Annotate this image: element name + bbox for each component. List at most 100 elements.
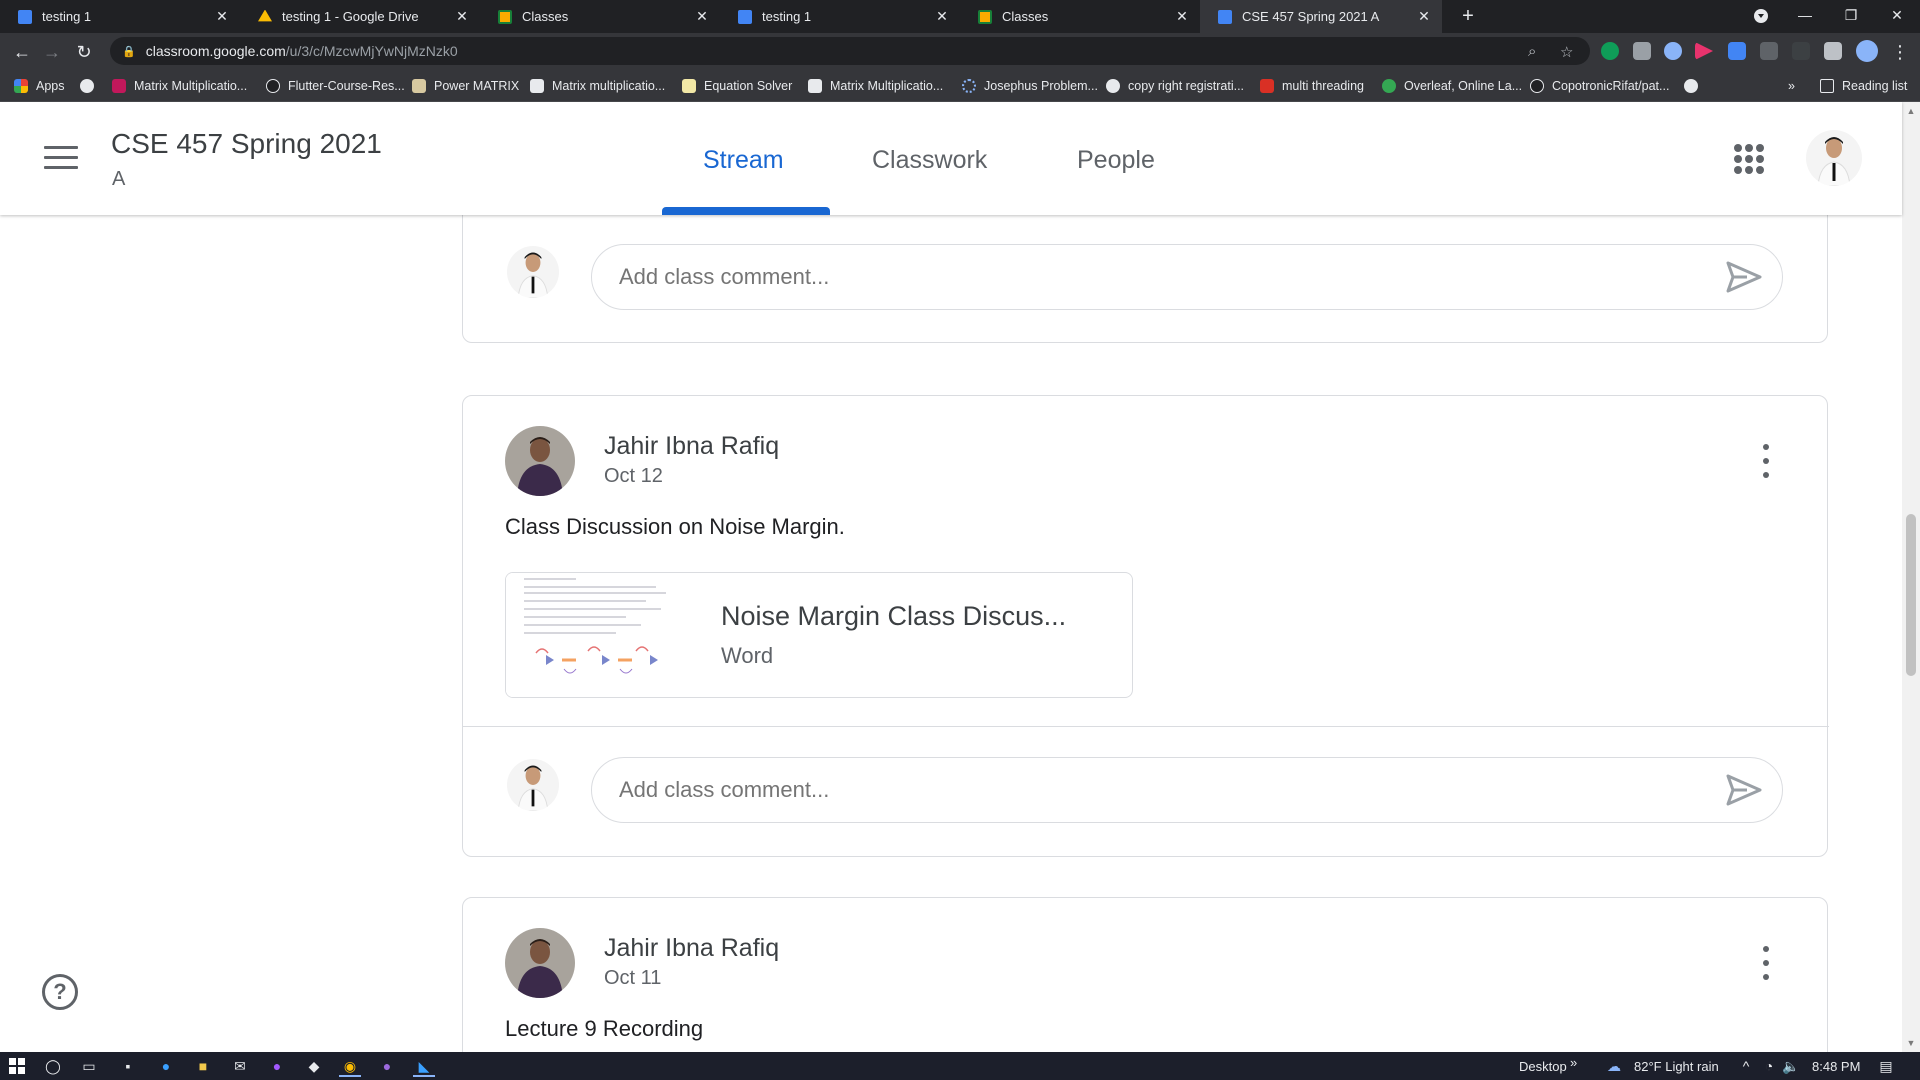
bookmark-label: Overleaf, Online La... bbox=[1404, 79, 1523, 93]
forward-arrow-icon[interactable]: → bbox=[40, 40, 64, 64]
file-explorer-icon[interactable]: ■ bbox=[192, 1055, 214, 1077]
reload-icon[interactable]: ↻ bbox=[72, 40, 96, 64]
play-extension-icon[interactable] bbox=[1695, 42, 1713, 60]
close-tab-icon[interactable]: ✕ bbox=[454, 8, 470, 25]
bookmark-label: Matrix Multiplicatio... bbox=[830, 79, 944, 93]
close-window-icon[interactable]: ✕ bbox=[1874, 0, 1920, 33]
main-menu-icon[interactable] bbox=[44, 146, 78, 170]
new-tab-icon[interactable]: + bbox=[1456, 4, 1480, 28]
browser-tab[interactable]: testing 1 - Google Drive ✕ bbox=[240, 0, 480, 33]
scroll-thumb[interactable] bbox=[1906, 514, 1916, 676]
author-avatar[interactable] bbox=[505, 928, 575, 998]
desktop-toolbar-label[interactable]: Desktop bbox=[1519, 1059, 1567, 1074]
edge-app-icon[interactable]: ● bbox=[155, 1055, 177, 1077]
post-card: Jahir Ibna Rafiq Oct 11 Lecture 9 Record… bbox=[462, 897, 1828, 1052]
extension-icon[interactable] bbox=[1664, 42, 1682, 60]
browser-tab[interactable]: testing 1 ✕ bbox=[0, 0, 240, 33]
more-bookmarks-icon[interactable]: » bbox=[1788, 70, 1795, 102]
bookmark-item[interactable]: Matrix multiplicatio... bbox=[530, 70, 665, 102]
tray-overflow-icon[interactable]: ^ bbox=[1735, 1055, 1757, 1077]
attachment-card[interactable]: Noise Margin Class Discus... Word bbox=[505, 572, 1133, 698]
windows-start-icon[interactable] bbox=[6, 1055, 28, 1077]
bookmark-item[interactable]: Flutter-Course-Res... bbox=[266, 70, 405, 102]
account-avatar[interactable] bbox=[1806, 130, 1862, 186]
send-comment-icon[interactable] bbox=[1725, 258, 1763, 296]
bookmark-item[interactable]: Matrix Multiplicatio... bbox=[808, 70, 943, 102]
lock-icon: 🔒 bbox=[122, 45, 136, 58]
screen-extension-icon[interactable] bbox=[1760, 42, 1778, 60]
github-desktop-icon[interactable]: ● bbox=[376, 1055, 398, 1077]
camera-extension-icon[interactable] bbox=[1633, 42, 1651, 60]
restore-window-icon[interactable]: ❐ bbox=[1828, 0, 1874, 33]
bookmark-item[interactable]: CopotronicRifat/pat... bbox=[1530, 70, 1669, 102]
notifications-icon[interactable]: ▤ bbox=[1875, 1055, 1897, 1077]
close-tab-icon[interactable]: ✕ bbox=[934, 8, 950, 25]
browser-menu-icon[interactable]: ⋮ bbox=[1888, 40, 1912, 64]
toolbar-expand-icon[interactable]: » bbox=[1570, 1055, 1577, 1070]
mail-app-icon[interactable]: ✉ bbox=[229, 1055, 251, 1077]
scroll-up-icon[interactable]: ▲ bbox=[1906, 106, 1916, 116]
browser-tab[interactable]: testing 1 ✕ bbox=[720, 0, 960, 33]
address-bar[interactable]: 🔒 classroom.google.com/u/3/c/MzcwMjYwNjM… bbox=[110, 37, 1590, 65]
zoom-icon[interactable]: ⌕ bbox=[1528, 43, 1536, 60]
more-options-icon[interactable] bbox=[1753, 946, 1779, 980]
bookmark-item[interactable]: Overleaf, Online La... bbox=[1382, 70, 1522, 102]
post-date[interactable]: Oct 11 bbox=[604, 967, 661, 990]
network-icon[interactable]: ◔ bbox=[1758, 1055, 1780, 1077]
profile-download-icon[interactable] bbox=[1738, 0, 1784, 33]
puzzle-extensions-icon[interactable] bbox=[1824, 42, 1842, 60]
page-scrollbar[interactable]: ▲ ▼ bbox=[1902, 102, 1920, 1052]
bookmark-item[interactable]: copy right registrati... bbox=[1106, 70, 1244, 102]
browser-tab[interactable]: Classes ✕ bbox=[480, 0, 720, 33]
clock-time[interactable]: 8:48 PM bbox=[1812, 1059, 1860, 1074]
close-tab-icon[interactable]: ✕ bbox=[1416, 8, 1432, 25]
url-text: classroom.google.com/u/3/c/MzcwMjYwNjMzN… bbox=[145, 43, 458, 59]
pen-extension-icon[interactable] bbox=[1792, 42, 1810, 60]
classroom-favicon-icon bbox=[498, 9, 512, 24]
bookmark-star-icon[interactable]: ☆ bbox=[1560, 43, 1573, 61]
more-options-icon[interactable] bbox=[1753, 444, 1779, 478]
bookmark-item[interactable]: multi threading bbox=[1260, 70, 1364, 102]
game-app-icon[interactable]: ◆ bbox=[303, 1055, 325, 1077]
chrome-app-icon[interactable]: ◉ bbox=[339, 1055, 361, 1077]
profile-avatar-icon[interactable] bbox=[1856, 40, 1878, 62]
help-icon[interactable]: ? bbox=[42, 974, 78, 1010]
send-comment-icon[interactable] bbox=[1725, 771, 1763, 809]
vscode-app-icon[interactable]: ◣ bbox=[413, 1055, 435, 1077]
search-icon[interactable]: ◯ bbox=[42, 1055, 64, 1077]
download-extension-icon[interactable] bbox=[1728, 42, 1746, 60]
tab-classwork[interactable]: Classwork bbox=[872, 146, 987, 175]
minimize-window-icon[interactable]: — bbox=[1782, 0, 1828, 33]
close-tab-icon[interactable]: ✕ bbox=[694, 8, 710, 25]
bookmark-item[interactable]: Josephus Problem... bbox=[962, 70, 1098, 102]
bookmark-apps[interactable]: Apps bbox=[14, 70, 65, 102]
document-thumbnail bbox=[506, 573, 693, 697]
messenger-app-icon[interactable]: ● bbox=[266, 1055, 288, 1077]
bookmark-item[interactable] bbox=[80, 70, 102, 102]
bookmark-item[interactable] bbox=[1684, 70, 1706, 102]
reading-list[interactable]: Reading list bbox=[1820, 70, 1907, 102]
class-comment-input[interactable] bbox=[591, 757, 1783, 823]
grammarly-extension-icon[interactable] bbox=[1601, 42, 1619, 60]
author-avatar[interactable] bbox=[505, 426, 575, 496]
bookmark-item[interactable]: Power MATRIX bbox=[412, 70, 519, 102]
close-tab-icon[interactable]: ✕ bbox=[214, 8, 230, 25]
class-title[interactable]: CSE 457 Spring 2021 bbox=[111, 128, 382, 160]
bookmark-item[interactable]: Equation Solver bbox=[682, 70, 792, 102]
browser-tab-active[interactable]: CSE 457 Spring 2021 A ✕ bbox=[1200, 0, 1442, 33]
tab-stream[interactable]: Stream bbox=[703, 146, 784, 175]
terminal-app-icon[interactable]: ▪ bbox=[117, 1055, 139, 1077]
classroom-favicon-icon bbox=[18, 9, 32, 24]
tab-people[interactable]: People bbox=[1077, 146, 1155, 175]
class-comment-input[interactable] bbox=[591, 244, 1783, 310]
weather-text[interactable]: 82°F Light rain bbox=[1634, 1059, 1719, 1074]
bookmark-item[interactable]: Matrix Multiplicatio... bbox=[112, 70, 247, 102]
close-tab-icon[interactable]: ✕ bbox=[1174, 8, 1190, 25]
back-arrow-icon[interactable]: ← bbox=[10, 40, 34, 64]
browser-tab[interactable]: Classes ✕ bbox=[960, 0, 1200, 33]
google-apps-icon[interactable] bbox=[1734, 144, 1764, 174]
volume-icon[interactable]: 🔈 bbox=[1780, 1055, 1802, 1077]
scroll-down-icon[interactable]: ▼ bbox=[1906, 1038, 1916, 1048]
task-view-icon[interactable]: ▭ bbox=[78, 1055, 100, 1077]
post-date[interactable]: Oct 12 bbox=[604, 465, 663, 488]
